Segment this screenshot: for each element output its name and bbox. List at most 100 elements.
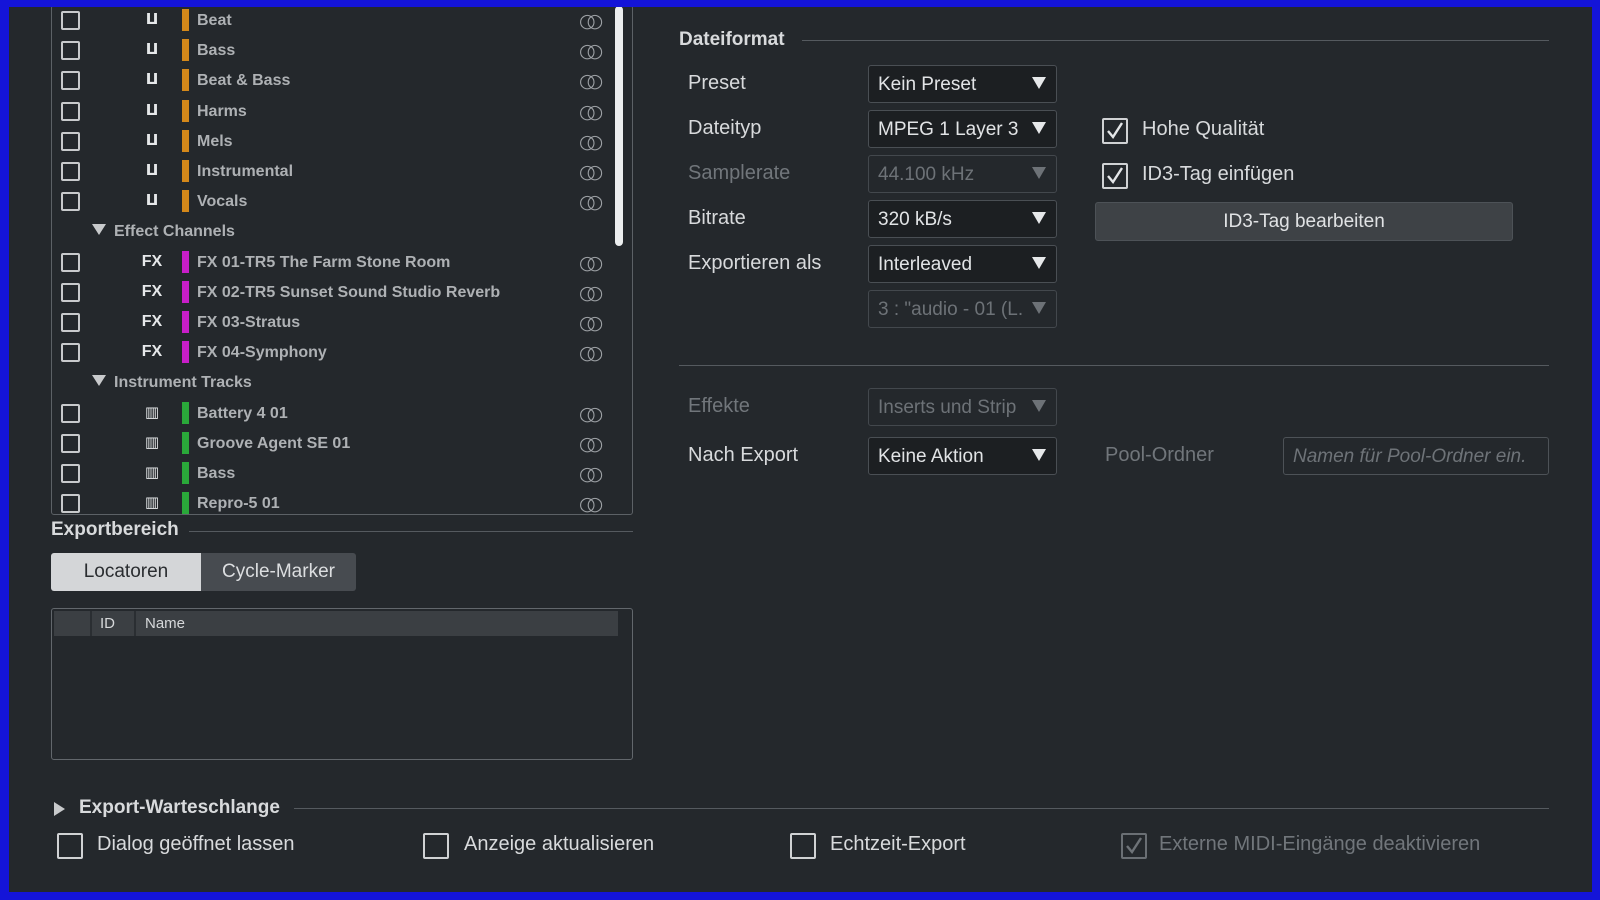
realtime-export-label: Echtzeit-Export	[830, 833, 966, 855]
stereo-link-icon[interactable]: ○○	[579, 191, 603, 213]
instrument-track-icon: ▥	[144, 432, 160, 451]
channel-checkbox[interactable]	[61, 192, 80, 212]
column-header-id[interactable]: ID	[100, 615, 115, 632]
export-queue-title[interactable]: Export-Warteschlange	[79, 797, 280, 819]
channel-checkbox[interactable]	[61, 131, 80, 151]
export-range-title: Exportbereich	[51, 519, 179, 540]
bitrate-dropdown[interactable]: 320 kB/s	[868, 200, 1057, 238]
channel-select-dropdown: 3 : "audio - 01 (L.	[868, 290, 1057, 328]
high-quality-label: Hohe Qualität	[1142, 118, 1265, 140]
channel-group-header[interactable]: Instrument Tracks	[52, 368, 612, 398]
after-export-dropdown[interactable]: Keine Aktion	[868, 437, 1057, 475]
channel-row: ⵡ Instrumental ○○	[52, 157, 612, 187]
after-export-value: Keine Aktion	[878, 446, 984, 467]
fx-channel-icon: FX	[141, 343, 163, 361]
channel-checkbox[interactable]	[61, 282, 80, 302]
keep-dialog-open-checkbox[interactable]	[57, 833, 83, 859]
stereo-link-icon[interactable]: ○○	[579, 40, 603, 62]
channel-checkbox[interactable]	[61, 71, 80, 91]
export-as-dropdown[interactable]: Interleaved	[868, 245, 1057, 283]
collapse-triangle-icon[interactable]	[92, 375, 106, 387]
channel-name: Beat	[197, 12, 232, 29]
format-divider	[679, 365, 1549, 366]
fx-channel-icon: FX	[141, 282, 163, 300]
channel-name: Instrumental	[197, 163, 294, 180]
preset-value: Kein Preset	[878, 74, 977, 95]
filetype-dropdown[interactable]: MPEG 1 Layer 3	[868, 110, 1057, 148]
stereo-link-icon[interactable]: ○○	[579, 161, 603, 183]
track-color-bar	[182, 431, 189, 454]
filetype-value: MPEG 1 Layer 3	[878, 119, 1019, 140]
channel-group-header[interactable]: Effect Channels	[52, 217, 612, 247]
track-color-bar	[182, 280, 189, 303]
dropdown-arrow-icon	[1032, 77, 1046, 89]
stereo-link-icon[interactable]: ○○	[579, 252, 603, 274]
fx-channel-icon: FX	[141, 252, 163, 270]
dropdown-arrow-icon	[1032, 167, 1046, 179]
pool-folder-input[interactable]: Namen für Pool-Ordner ein.	[1283, 437, 1549, 475]
channel-select-value: 3 : "audio - 01 (L.	[878, 299, 1024, 320]
track-color-bar	[182, 39, 189, 62]
preset-dropdown[interactable]: Kein Preset	[868, 65, 1057, 103]
stereo-link-icon[interactable]: ○○	[579, 403, 603, 425]
tab-locators[interactable]: Locatoren	[51, 553, 201, 591]
channel-row: ⵡ Vocals ○○	[52, 187, 612, 217]
disable-midi-inputs-label: Externe MIDI-Eingänge deaktivieren	[1159, 833, 1481, 855]
id3-edit-button[interactable]: ID3-Tag bearbeiten	[1095, 202, 1513, 241]
stereo-link-icon[interactable]: ○○	[579, 312, 603, 334]
group-channel-icon: ⵡ	[145, 191, 159, 210]
update-display-checkbox[interactable]	[423, 833, 449, 859]
channel-checkbox[interactable]	[61, 252, 80, 272]
channel-row: FX FX 02-TR5 Sunset Sound Studio Reverb ○○	[52, 278, 612, 308]
checkmark-icon	[1107, 122, 1124, 140]
samplerate-label: Samplerate	[688, 162, 791, 184]
channel-checkbox[interactable]	[61, 343, 80, 363]
stereo-link-icon[interactable]: ○○	[579, 463, 603, 485]
group-channel-icon: ⵡ	[145, 70, 159, 89]
stereo-link-icon[interactable]: ○○	[579, 282, 603, 304]
channel-selection-tree: ⵡ Beat ○○ ⵡ Bass ○○ ⵡ Beat & Bass ○○ ⵡ Harms ○○ ⵡ Mel…	[51, 7, 633, 515]
track-color-bar	[182, 99, 189, 122]
stereo-link-icon[interactable]: ○○	[579, 101, 603, 123]
stereo-link-icon[interactable]: ○○	[579, 10, 603, 32]
channel-checkbox[interactable]	[61, 41, 80, 61]
channel-checkbox[interactable]	[61, 403, 80, 423]
channel-checkbox[interactable]	[61, 162, 80, 181]
expand-triangle-icon[interactable]	[54, 802, 65, 816]
channel-checkbox[interactable]	[61, 101, 80, 121]
group-channel-icon: ⵡ	[145, 40, 159, 59]
update-display-label: Anzeige aktualisieren	[464, 833, 655, 855]
stereo-link-icon[interactable]: ○○	[579, 493, 603, 514]
track-color-bar	[182, 492, 189, 514]
channel-checkbox[interactable]	[61, 464, 80, 483]
channel-checkbox[interactable]	[61, 433, 80, 453]
id3-insert-checkbox[interactable]	[1102, 163, 1128, 189]
file-format-divider	[802, 40, 1549, 41]
stereo-link-icon[interactable]: ○○	[579, 342, 603, 364]
track-color-bar	[182, 311, 189, 333]
realtime-export-checkbox[interactable]	[790, 833, 816, 859]
stereo-link-icon[interactable]: ○○	[579, 131, 603, 153]
high-quality-checkbox[interactable]	[1102, 118, 1128, 144]
channel-row: ⵡ Beat & Bass ○○	[52, 66, 612, 96]
collapse-triangle-icon[interactable]	[92, 224, 106, 236]
stereo-link-icon[interactable]: ○○	[579, 433, 603, 455]
channel-row: ▥ Groove Agent SE 01 ○○	[52, 429, 612, 459]
track-color-bar	[182, 401, 189, 424]
tree-scrollbar-thumb[interactable]	[615, 7, 623, 246]
channel-row: ⵡ Beat ○○	[52, 7, 612, 36]
channel-checkbox[interactable]	[61, 11, 80, 30]
export-range-divider	[189, 531, 633, 532]
tab-cycle-marker[interactable]: Cycle-Marker	[201, 553, 356, 591]
export-as-label: Exportieren als	[688, 252, 822, 274]
channel-checkbox[interactable]	[61, 494, 80, 514]
dropdown-arrow-icon	[1032, 302, 1046, 314]
channel-row: ▥ Battery 4 01 ○○	[52, 399, 612, 429]
stereo-link-icon[interactable]: ○○	[579, 70, 603, 92]
channel-checkbox[interactable]	[61, 313, 80, 332]
column-header-name[interactable]: Name	[145, 615, 185, 632]
channel-name: Repro-5 01	[197, 495, 280, 513]
column-separator	[134, 611, 136, 636]
channel-name: FX 02-TR5 Sunset Sound Studio Reverb	[197, 283, 501, 301]
track-color-bar	[182, 9, 189, 31]
